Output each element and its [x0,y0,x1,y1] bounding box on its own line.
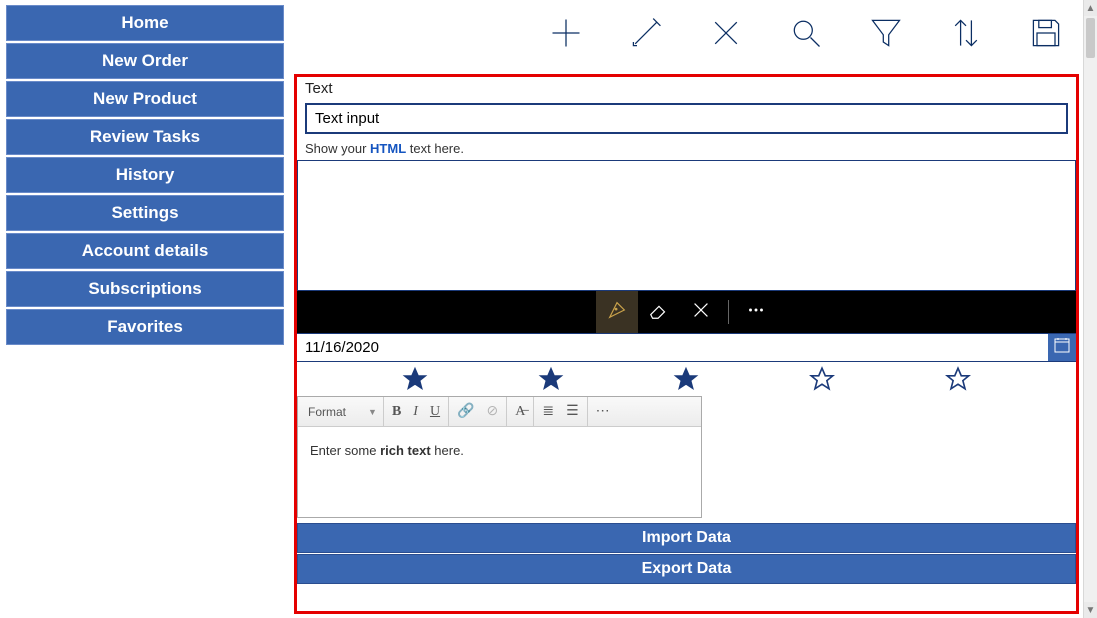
delete-button[interactable] [705,14,747,56]
eraser-button[interactable] [638,291,680,333]
text-input[interactable] [305,103,1068,134]
rte-body-pre: Enter some [310,443,380,458]
signature-toolbar [297,291,1076,333]
more-button[interactable] [735,291,777,333]
rte-format-dropdown[interactable]: Format ▼ [308,405,377,419]
scroll-up-arrow-icon[interactable]: ▲ [1084,0,1097,16]
close-icon [690,299,712,326]
html-hint-pre: Show your [305,141,370,156]
rte-italic-button[interactable]: I [411,402,420,422]
rte-body[interactable]: Enter some rich text here. [298,427,701,517]
clear-format-icon: A̶ [515,404,525,419]
html-hint-highlight: HTML [370,141,406,156]
save-button[interactable] [1025,14,1067,56]
save-icon [1028,15,1064,56]
rte-toolbar: Format ▼ B I U 🔗 ⊘ A̶ [298,397,701,427]
sidebar-item-new-product[interactable]: New Product [6,81,284,117]
rte-underline-button[interactable]: U [428,402,442,422]
star-2[interactable] [538,366,564,392]
more-icon: ⋯ [596,404,610,419]
rating-control [297,362,1076,396]
date-picker-button[interactable] [1048,334,1076,361]
rte-clear-format-button[interactable]: A̶ [513,402,527,422]
sidebar-item-new-order[interactable]: New Order [6,43,284,79]
sort-icon [948,15,984,56]
sidebar-item-history[interactable]: History [6,157,284,193]
pencil-icon [628,15,664,56]
import-data-button[interactable]: Import Data [297,523,1076,553]
star-1[interactable] [402,366,428,392]
rte-bold-button[interactable]: B [390,402,403,422]
pen-tool-button[interactable] [596,291,638,333]
export-data-button[interactable]: Export Data [297,554,1076,584]
unlink-icon: ⊘ [487,404,499,419]
rich-text-editor: Format ▼ B I U 🔗 ⊘ A̶ [297,396,702,518]
more-icon [745,299,767,326]
pen-nib-icon [606,299,628,326]
actions: Import Data Export Data [297,522,1076,585]
sidebar-item-home[interactable]: Home [6,5,284,41]
eraser-icon [648,299,670,326]
star-4[interactable] [809,366,835,392]
html-display-area[interactable] [297,161,1076,291]
rte-more-button[interactable]: ⋯ [594,401,612,422]
vertical-scrollbar[interactable]: ▲ ▼ [1083,0,1097,618]
date-input[interactable] [297,334,1048,361]
add-button[interactable] [545,14,587,56]
sidebar-item-account-details[interactable]: Account details [6,233,284,269]
rte-body-bold: rich text [380,443,431,458]
filter-icon [868,15,904,56]
plus-icon [548,15,584,56]
html-hint-post: text here. [406,141,464,156]
sidebar-item-favorites[interactable]: Favorites [6,309,284,345]
sidebar: Home New Order New Product Review Tasks … [0,0,290,618]
sidebar-item-review-tasks[interactable]: Review Tasks [6,119,284,155]
demo-panel: Text Show your HTML text here. [294,74,1079,614]
sort-button[interactable] [945,14,987,56]
unordered-list-icon: ☰ [566,404,579,419]
separator [728,300,729,324]
clear-button[interactable] [680,291,722,333]
top-toolbar [290,0,1083,70]
text-label: Text [297,77,1076,100]
scroll-down-arrow-icon[interactable]: ▼ [1084,602,1097,618]
edit-button[interactable] [625,14,667,56]
rte-ul-button[interactable]: ☰ [564,401,581,422]
main-area: ▲ ▼ [290,0,1097,618]
rte-format-label: Format [308,405,346,419]
star-5[interactable] [945,366,971,392]
chevron-down-icon: ▼ [368,407,377,417]
html-hint: Show your HTML text here. [297,137,1076,161]
rte-body-post: here. [431,443,464,458]
close-icon [708,15,744,56]
scroll-thumb[interactable] [1086,18,1095,58]
star-3[interactable] [673,366,699,392]
filter-button[interactable] [865,14,907,56]
rte-link-button[interactable]: 🔗 [455,401,476,422]
search-button[interactable] [785,14,827,56]
ordered-list-icon: ≣ [542,404,554,419]
sidebar-item-settings[interactable]: Settings [6,195,284,231]
rte-ol-button[interactable]: ≣ [540,401,556,422]
link-icon: 🔗 [457,404,474,419]
search-icon [788,15,824,56]
sidebar-item-subscriptions[interactable]: Subscriptions [6,271,284,307]
date-row [297,333,1076,362]
rte-unlink-button[interactable]: ⊘ [485,401,501,422]
calendar-icon [1054,337,1070,358]
